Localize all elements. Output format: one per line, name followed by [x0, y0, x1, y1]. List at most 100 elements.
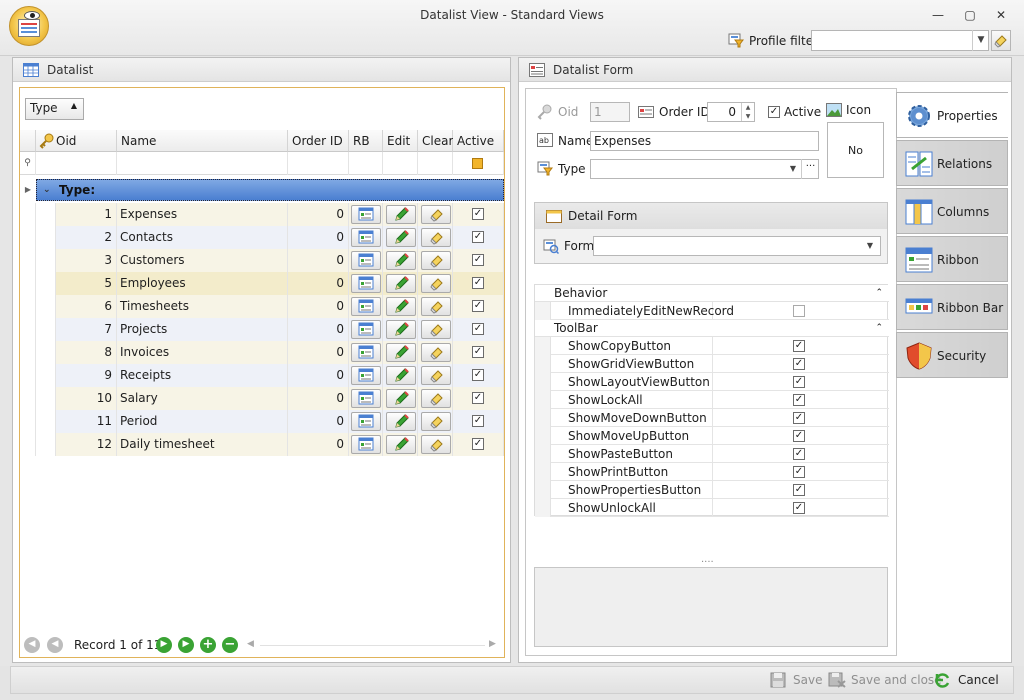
cell-name[interactable]: Daily timesheet: [117, 433, 288, 456]
cell-oid[interactable]: 12: [56, 433, 117, 456]
clear-filter-button[interactable]: [991, 30, 1011, 51]
column-header-clear[interactable]: Clear: [418, 130, 453, 152]
property-row[interactable]: ShowMoveUpButton ✓: [551, 427, 889, 445]
active-row-checkbox[interactable]: ✓: [472, 231, 484, 243]
edit-button[interactable]: [386, 412, 416, 431]
active-row-checkbox[interactable]: ✓: [472, 254, 484, 266]
active-row-checkbox[interactable]: ✓: [472, 392, 484, 404]
clear-button[interactable]: [421, 389, 451, 408]
cell-oid[interactable]: 3: [56, 249, 117, 272]
cell-name[interactable]: Receipts: [117, 364, 288, 387]
clear-button[interactable]: [421, 320, 451, 339]
cell-name[interactable]: Projects: [117, 318, 288, 341]
table-row[interactable]: 6 Timesheets 0 ✓: [20, 295, 504, 318]
table-row[interactable]: 1 Expenses 0 ✓: [20, 203, 504, 226]
row-indicator[interactable]: [20, 226, 36, 249]
table-row[interactable]: 9 Receipts 0 ✓: [20, 364, 504, 387]
cell-order-id[interactable]: 0: [288, 387, 349, 410]
table-row[interactable]: 7 Projects 0 ✓: [20, 318, 504, 341]
prev-record-button[interactable]: ◀: [47, 637, 63, 653]
row-indicator[interactable]: [20, 341, 36, 364]
cell-oid[interactable]: 6: [56, 295, 117, 318]
tab-properties[interactable]: Properties: [896, 92, 1008, 138]
tab-relations[interactable]: Relations: [896, 140, 1008, 186]
first-record-button[interactable]: ◀: [24, 637, 40, 653]
table-row[interactable]: 3 Customers 0 ✓: [20, 249, 504, 272]
horizontal-scrollbar[interactable]: [260, 645, 485, 646]
cell-oid[interactable]: 5: [56, 272, 117, 295]
rb-button[interactable]: [351, 320, 381, 339]
property-checkbox[interactable]: ✓: [793, 466, 805, 478]
filter-row[interactable]: ⚲: [20, 152, 504, 175]
scroll-left-icon[interactable]: ◀: [247, 639, 254, 649]
edit-button[interactable]: [386, 320, 416, 339]
property-row[interactable]: ShowPasteButton ✓: [551, 445, 889, 463]
table-row[interactable]: 5 Employees 0 ✓: [20, 272, 504, 295]
tab-security[interactable]: Security: [896, 332, 1008, 378]
table-row[interactable]: 2 Contacts 0 ✓: [20, 226, 504, 249]
cell-name[interactable]: Customers: [117, 249, 288, 272]
property-checkbox[interactable]: ✓: [793, 448, 805, 460]
active-row-checkbox[interactable]: ✓: [472, 208, 484, 220]
property-checkbox[interactable]: ✓: [793, 502, 805, 514]
add-record-button[interactable]: +: [200, 637, 216, 653]
type-combo[interactable]: [590, 159, 819, 179]
property-checkbox[interactable]: ✓: [793, 358, 805, 370]
group-by-type-button[interactable]: Type ▲: [25, 98, 84, 120]
active-row-checkbox[interactable]: ✓: [472, 369, 484, 381]
active-row-checkbox[interactable]: ✓: [472, 346, 484, 358]
edit-button[interactable]: [386, 435, 416, 454]
scroll-right-icon[interactable]: ▶: [489, 639, 496, 649]
splitter-grip[interactable]: ....: [701, 554, 714, 565]
chevron-down-icon[interactable]: ▼: [972, 30, 989, 51]
clear-button[interactable]: [421, 435, 451, 454]
icon-image-box[interactable]: No imag...: [827, 122, 884, 213]
rb-button[interactable]: [351, 343, 381, 362]
cell-order-id[interactable]: 0: [288, 364, 349, 387]
cell-name[interactable]: Employees: [117, 272, 288, 295]
cell-order-id[interactable]: 0: [288, 272, 349, 295]
cell-order-id[interactable]: 0: [288, 341, 349, 364]
row-indicator[interactable]: [20, 410, 36, 433]
column-header-rb[interactable]: RB: [349, 130, 383, 152]
cell-order-id[interactable]: 0: [288, 433, 349, 456]
chevron-down-icon[interactable]: ▼: [786, 160, 800, 178]
active-row-checkbox[interactable]: ✓: [472, 300, 484, 312]
edit-button[interactable]: [386, 205, 416, 224]
cell-order-id[interactable]: 0: [288, 318, 349, 341]
clear-button[interactable]: [421, 366, 451, 385]
cell-oid[interactable]: 1: [56, 203, 117, 226]
cell-oid[interactable]: 10: [56, 387, 117, 410]
property-checkbox[interactable]: ✓: [793, 394, 805, 406]
close-button[interactable]: ✕: [990, 6, 1012, 24]
cell-order-id[interactable]: 0: [288, 410, 349, 433]
clear-button[interactable]: [421, 205, 451, 224]
cell-oid[interactable]: 8: [56, 341, 117, 364]
cell-oid[interactable]: 11: [56, 410, 117, 433]
minimize-button[interactable]: —: [927, 6, 949, 24]
table-row[interactable]: 12 Daily timesheet 0 ✓: [20, 433, 504, 456]
table-row[interactable]: 8 Invoices 0 ✓: [20, 341, 504, 364]
cell-name[interactable]: Period: [117, 410, 288, 433]
profile-filter-input[interactable]: [811, 30, 989, 51]
property-row[interactable]: ShowGridViewButton ✓: [551, 355, 889, 373]
cell-name[interactable]: Expenses: [117, 203, 288, 226]
property-row[interactable]: ShowLockAll ✓: [551, 391, 889, 409]
property-row[interactable]: ShowUnlockAll ✓: [551, 499, 889, 517]
cell-oid[interactable]: 2: [56, 226, 117, 249]
delete-record-button[interactable]: −: [222, 637, 238, 653]
edit-button[interactable]: [386, 389, 416, 408]
row-indicator[interactable]: [20, 364, 36, 387]
type-ellipsis-button[interactable]: ···: [801, 159, 819, 179]
cell-order-id[interactable]: 0: [288, 295, 349, 318]
rb-button[interactable]: [351, 366, 381, 385]
property-row[interactable]: ShowCopyButton ✓: [551, 337, 889, 355]
table-row[interactable]: 10 Salary 0 ✓: [20, 387, 504, 410]
row-indicator[interactable]: [20, 433, 36, 456]
active-checkbox[interactable]: ✓: [768, 106, 780, 118]
cell-name[interactable]: Contacts: [117, 226, 288, 249]
rb-button[interactable]: [351, 389, 381, 408]
clear-button[interactable]: [421, 228, 451, 247]
name-field[interactable]: Expenses: [590, 131, 819, 151]
property-checkbox[interactable]: [793, 305, 805, 317]
